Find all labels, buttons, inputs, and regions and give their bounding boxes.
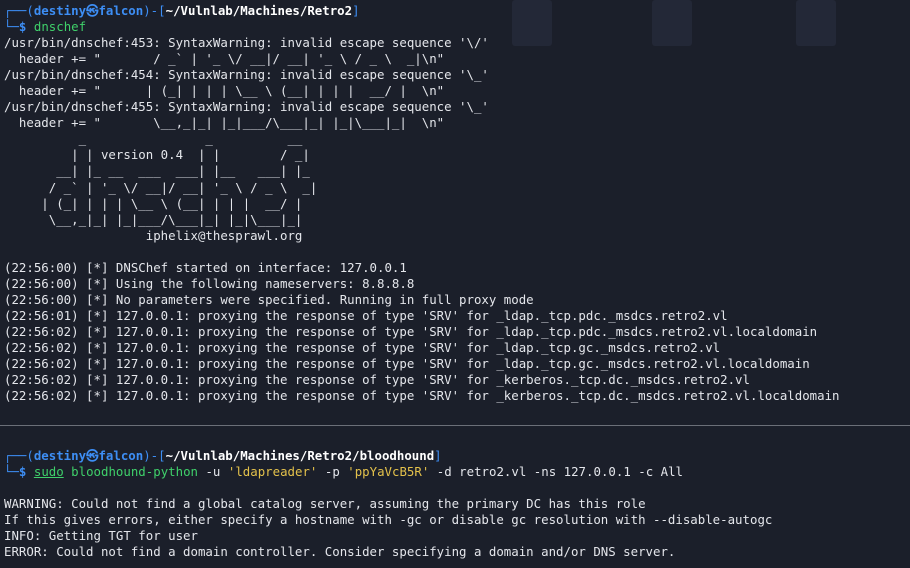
- prompt-line: ┌──(destiny㉿falcon)-[~/Vulnlab/Machines/…: [4, 3, 910, 19]
- warning-line: header += " | (_| | | | \__ \ (__| | | |…: [4, 83, 445, 99]
- prompt-dollar: $: [18, 464, 27, 480]
- terminal-window[interactable]: { "colors": { "background": "#1b1f2a", "…: [0, 0, 910, 568]
- prompt-corner: ┌──(: [4, 3, 34, 18]
- banner-line: | | version 0.4 | | / _|: [4, 147, 318, 163]
- warning-line: header += " / _` | '_ \/ __|/ __| '_ \ /…: [4, 51, 445, 67]
- warning-line: /usr/bin/dnschef:454: SyntaxWarning: inv…: [4, 67, 489, 83]
- banner-line: __| |_ __ ___ ___| |__ ___| |_: [4, 163, 318, 179]
- banner-line: iphelix@thesprawl.org: [4, 227, 318, 243]
- log-line: (22:56:02) [*] 127.0.0.1: proxying the r…: [4, 356, 810, 372]
- log-line: (22:56:00) [*] Using the following names…: [4, 275, 415, 291]
- prompt-at: ㉿: [86, 3, 99, 18]
- command-flag: -p: [324, 464, 340, 480]
- prompt-host: falcon: [98, 3, 144, 18]
- log-line: (22:56:02) [*] 127.0.0.1: proxying the r…: [4, 339, 721, 355]
- output-line: ERROR: Could not find a domain controlle…: [4, 544, 676, 560]
- command-flag: -u: [205, 464, 221, 480]
- log-line: (22:56:02) [*] 127.0.0.1: proxying the r…: [4, 372, 750, 388]
- prompt-corner: └─: [4, 19, 19, 35]
- command-line[interactable]: └─$ dnschef: [4, 19, 910, 35]
- log-line: (22:56:00) [*] No parameters were specif…: [4, 291, 534, 307]
- command-flag: -ns: [533, 464, 557, 480]
- banner-line: / _` | '_ \/ __|/ __| '_ \ / _ \ _|: [4, 179, 318, 195]
- warning-line: /usr/bin/dnschef:455: SyntaxWarning: inv…: [4, 99, 489, 115]
- prompt-corner: └─: [4, 464, 19, 480]
- banner-line: \__,_|_| |_|___/\___|_| |_|\___|_|: [4, 211, 318, 227]
- prompt-end: ]: [434, 448, 442, 463]
- log-line: (22:56:02) [*] 127.0.0.1: proxying the r…: [4, 388, 840, 404]
- warning-line: /usr/bin/dnschef:453: SyntaxWarning: inv…: [4, 35, 489, 51]
- output-line: WARNING: Could not find a global catalog…: [4, 496, 646, 512]
- command-domain-arg: retro2.vl: [459, 464, 527, 480]
- command-user-arg: 'ldapreader': [227, 464, 318, 480]
- warning-line: header += " \__,_|_| |_|___/\___|_| |_|\…: [4, 115, 445, 131]
- prompt-dollar: $: [18, 19, 27, 35]
- output-line: If this gives errors, either specify a h…: [4, 512, 773, 528]
- banner-line: | (_| | | | \__ \ (__| | | | __/ |: [4, 195, 318, 211]
- prompt-user: destiny: [33, 448, 87, 463]
- banner-line: _ _ __: [4, 131, 318, 147]
- prompt-line: ┌──(destiny㉿falcon)-[~/Vulnlab/Machines/…: [4, 448, 910, 464]
- terminal-output: ┌──(destiny㉿falcon)-[~/Vulnlab/Machines/…: [4, 3, 910, 404]
- prompt-at: ㉿: [86, 448, 99, 463]
- command-flag: -d: [436, 464, 452, 480]
- command-flag: -c: [638, 464, 654, 480]
- prompt-sep: )-[: [143, 3, 166, 18]
- command-ns-arg: 127.0.0.1: [563, 464, 631, 480]
- terminal-divider: [0, 425, 910, 426]
- terminal-output-2: ┌──(destiny㉿falcon)-[~/Vulnlab/Machines/…: [4, 448, 910, 560]
- command-collect-arg: All: [660, 464, 684, 480]
- prompt-path: ~/Vulnlab/Machines/Retro2/bloodhound: [165, 448, 435, 463]
- command-sudo: sudo: [33, 464, 64, 480]
- output-line: INFO: Getting TGT for user: [4, 528, 198, 544]
- prompt-sep: )-[: [143, 448, 166, 463]
- command-text: dnschef: [33, 19, 87, 35]
- prompt-host: falcon: [98, 448, 144, 463]
- log-line: (22:56:02) [*] 127.0.0.1: proxying the r…: [4, 323, 818, 339]
- prompt-user: destiny: [33, 3, 87, 18]
- log-line: (22:56:01) [*] 127.0.0.1: proxying the r…: [4, 307, 728, 323]
- command-line[interactable]: └─$ sudo bloodhound-python -u 'ldapreade…: [4, 464, 910, 480]
- command-tool: bloodhound-python: [71, 464, 198, 480]
- prompt-path: ~/Vulnlab/Machines/Retro2: [165, 3, 353, 18]
- prompt-corner: ┌──(: [4, 448, 34, 463]
- prompt-end: ]: [352, 3, 360, 18]
- log-line: (22:56:00) [*] DNSChef started on interf…: [4, 259, 407, 275]
- command-password-arg: 'ppYaVcB5R': [347, 464, 430, 480]
